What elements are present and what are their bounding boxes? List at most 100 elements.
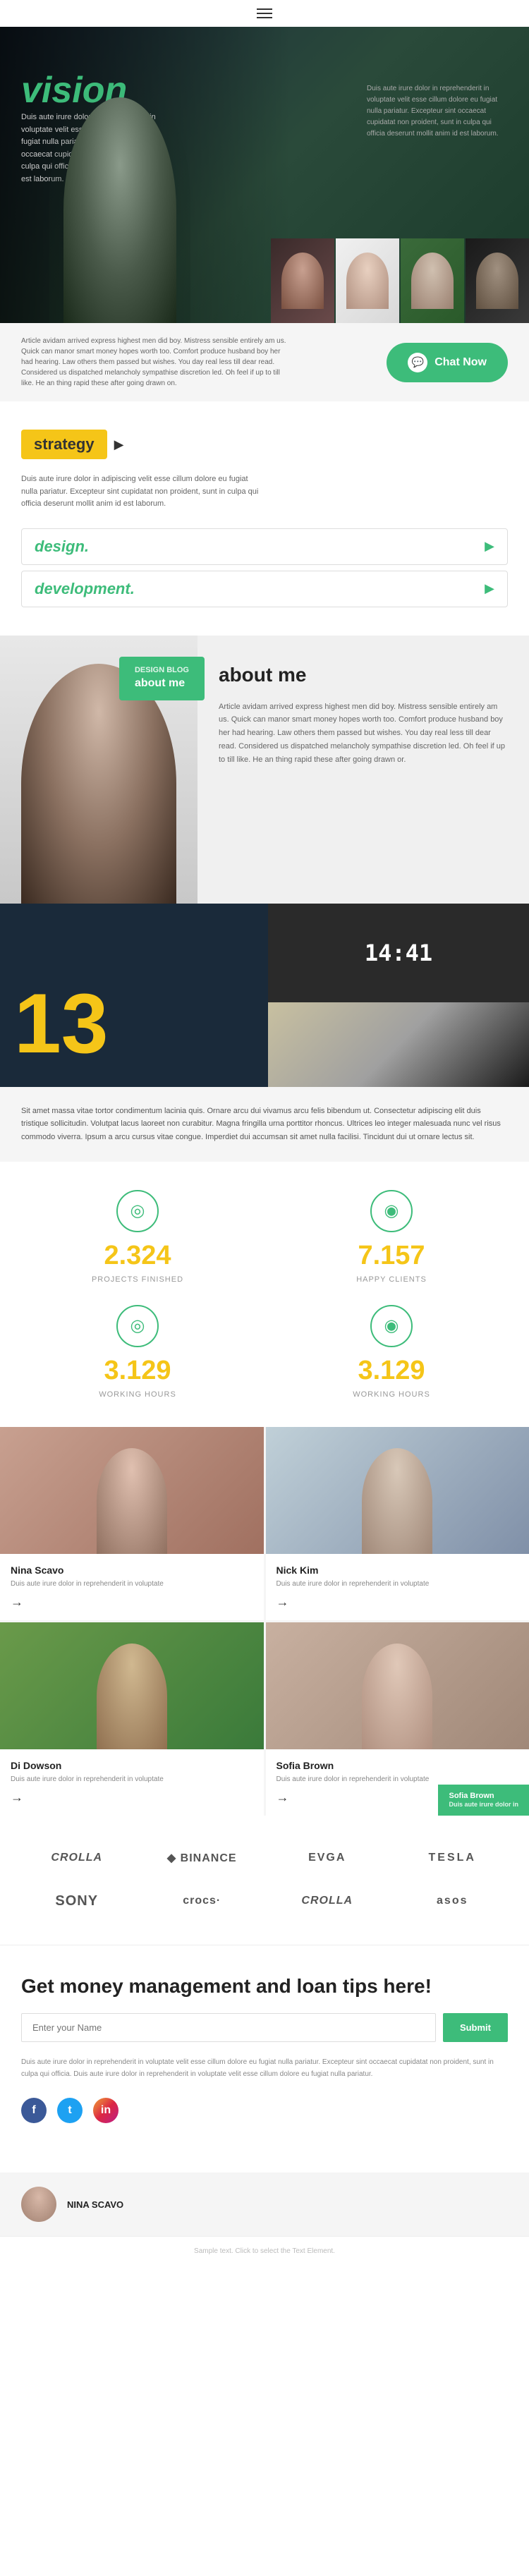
team-desc-sofia: Duis aute irure dolor in reprehenderit i… [276, 1774, 519, 1785]
nina-silhouette [97, 1448, 167, 1554]
team-grid: Nina Scavo Duis aute irure dolor in repr… [0, 1427, 529, 1816]
brand-sony: SONY [21, 1886, 133, 1916]
about-text: Article avidam arrived express highest m… [219, 700, 508, 766]
instagram-icon[interactable]: in [93, 2098, 118, 2123]
team-photo-nick [266, 1427, 529, 1554]
hamburger-menu[interactable] [257, 8, 272, 18]
team-name-di: Di Dowson [11, 1760, 253, 1771]
team-info-di: Di Dowson Duis aute irure dolor in repre… [0, 1749, 264, 1816]
team-info-nina: Nina Scavo Duis aute irure dolor in repr… [0, 1554, 264, 1620]
hero-person-thumb-1 [281, 253, 324, 309]
team-desc-nick: Duis aute irure dolor in reprehenderit i… [276, 1579, 519, 1589]
brand-crolla-1: CROLLA [21, 1845, 133, 1871]
hero-person-thumb-2 [346, 253, 389, 309]
nav-bar [0, 0, 529, 27]
about-left-column: DESIGN BLOG about me [0, 636, 197, 904]
author-info: NINA SCAVO [67, 2199, 123, 2210]
stats-clock: 14:41 [365, 940, 432, 966]
counter-hours-2-icon: ◉ [370, 1305, 413, 1347]
team-card-sofia: Sofia Brown Duis aute irure dolor in rep… [266, 1622, 529, 1816]
counter-hours-1-label: WORKING HOURS [99, 1390, 176, 1399]
facebook-icon[interactable]: f [21, 2098, 47, 2123]
team-name-nina: Nina Scavo [11, 1565, 253, 1576]
team-arrow-nina[interactable]: → [11, 1595, 23, 1610]
counter-hours-1-number: 3.129 [104, 1356, 171, 1386]
stats-section: 13 14:41 Sit amet massa vitae tortor con… [0, 904, 529, 1162]
brands-section: CROLLA ◆ BINANCE EVGA TESLA SONY crocs· … [0, 1816, 529, 1945]
hero-section: vision Duis aute irure dolor in reprehen… [0, 27, 529, 323]
counter-clients-label: HAPPY CLIENTS [356, 1275, 427, 1284]
newsletter-section: Get money management and loan tips here!… [0, 1945, 529, 2173]
team-arrow-di[interactable]: → [11, 1790, 23, 1805]
footer-text: Sample text. Click to select the Text El… [21, 2247, 508, 2255]
hero-person-thumb-3 [411, 253, 454, 309]
counter-clients-number: 7.157 [358, 1241, 425, 1271]
hero-small-img-1 [271, 238, 334, 323]
stats-left-panel: 13 [0, 904, 268, 1087]
brand-binance: ◆ BINANCE [147, 1844, 258, 1872]
team-desc-di: Duis aute irure dolor in reprehenderit i… [11, 1774, 253, 1785]
counters-section: ◎ 2.324 PROJECTS FINISHED ◉ 7.157 HAPPY … [0, 1162, 529, 1427]
team-info-nick: Nick Kim Duis aute irure dolor in repreh… [266, 1554, 529, 1620]
social-icons-row: f t in [21, 2098, 508, 2123]
stats-text-row: Sit amet massa vitae tortor condimentum … [0, 1087, 529, 1162]
newsletter-form: Submit [21, 2013, 508, 2042]
team-card-nick: Nick Kim Duis aute irure dolor in repreh… [266, 1427, 529, 1620]
brand-crocs: crocs· [147, 1888, 258, 1914]
newsletter-body-text: Duis aute irure dolor in reprehenderit i… [21, 2056, 508, 2080]
stats-right-panel: 14:41 [268, 904, 529, 1087]
stats-text: Sit amet massa vitae tortor condimentum … [21, 1105, 508, 1144]
counter-clients-icon: ◉ [370, 1190, 413, 1232]
counter-projects-icon: ◎ [116, 1190, 159, 1232]
newsletter-name-input[interactable] [21, 2013, 436, 2042]
strategy-section: strategy ▶ Duis aute irure dolor in adip… [0, 401, 529, 636]
strategy-link-design-label: design. [35, 537, 89, 556]
hero-person-thumb-4 [476, 253, 518, 309]
hero-small-img-4 [466, 238, 529, 323]
strategy-text: Duis aute irure dolor in adipiscing veli… [21, 473, 261, 511]
di-silhouette [97, 1644, 167, 1749]
counter-hours-1-icon: ◎ [116, 1305, 159, 1347]
newsletter-submit-button[interactable]: Submit [443, 2013, 508, 2042]
counter-projects: ◎ 2.324 PROJECTS FINISHED [21, 1190, 254, 1284]
strategy-header: strategy ▶ [21, 430, 508, 459]
counter-projects-number: 2.324 [104, 1241, 171, 1271]
chat-now-button[interactable]: 💬 Chat Now [387, 343, 508, 382]
brand-crolla-2: CROLLA [272, 1888, 383, 1914]
hero-person-silhouette [49, 76, 190, 323]
strategy-badge: strategy [21, 430, 107, 459]
strategy-link-design[interactable]: design. ▶ [21, 528, 508, 565]
counter-hours-1: ◎ 3.129 WORKING HOURS [21, 1305, 254, 1399]
counter-projects-label: PROJECTS FINISHED [92, 1275, 183, 1284]
team-arrow-nick[interactable]: → [276, 1595, 289, 1610]
team-photo-nina [0, 1427, 264, 1554]
chat-button-icon: 💬 [408, 353, 427, 372]
strategy-link-development[interactable]: development. ▶ [21, 571, 508, 607]
hero-right-text: Duis aute irure dolor in reprehenderit i… [367, 83, 508, 140]
author-avatar [21, 2187, 56, 2222]
stats-notebook-visual [268, 1002, 529, 1087]
strategy-link-development-label: development. [35, 580, 135, 598]
author-row: NINA SCAVO [0, 2173, 529, 2236]
team-desc-nina: Duis aute irure dolor in reprehenderit i… [11, 1579, 253, 1589]
counter-hours-2: ◉ 3.129 WORKING HOURS [275, 1305, 508, 1399]
stats-clock-panel: 14:41 [268, 904, 529, 1002]
newsletter-title: Get money management and loan tips here! [21, 1974, 508, 1999]
brand-evga: EVGA [272, 1845, 383, 1871]
twitter-icon[interactable]: t [57, 2098, 83, 2123]
hero-person-body [63, 97, 176, 323]
nick-silhouette [362, 1448, 432, 1554]
strategy-links: design. ▶ development. ▶ [21, 528, 508, 607]
counter-hours-2-label: WORKING HOURS [353, 1390, 430, 1399]
author-name: NINA SCAVO [67, 2199, 123, 2210]
hero-small-img-2 [336, 238, 399, 323]
hero-small-img-3 [401, 238, 464, 323]
brand-asos: asos [397, 1888, 509, 1914]
strategy-header-arrow: ▶ [114, 437, 124, 452]
team-arrow-sofia[interactable]: → [276, 1790, 289, 1805]
team-photo-sofia [266, 1622, 529, 1749]
chat-button-label: Chat Now [434, 356, 487, 369]
chat-description: Article avidam arrived express highest m… [21, 336, 289, 389]
about-badge-line2: about me [135, 676, 189, 691]
counter-clients: ◉ 7.157 HAPPY CLIENTS [275, 1190, 508, 1284]
